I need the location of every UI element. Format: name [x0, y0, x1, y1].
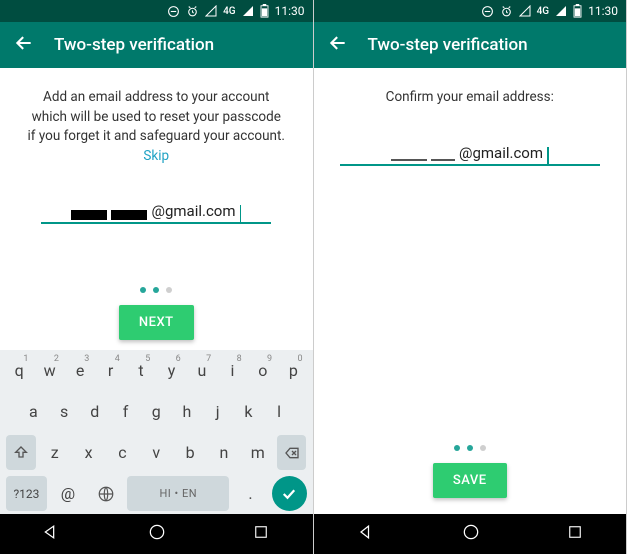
- at-key[interactable]: @: [51, 476, 85, 511]
- key-p[interactable]: 0p: [280, 353, 306, 388]
- save-button[interactable]: SAVE: [433, 463, 507, 498]
- dnd-icon: [167, 5, 180, 18]
- nav-bar: [314, 514, 627, 554]
- key-w[interactable]: 2w: [36, 353, 62, 388]
- nav-back-icon[interactable]: [42, 522, 62, 546]
- alarm-icon: [186, 5, 199, 18]
- key-x[interactable]: x: [74, 435, 104, 470]
- signal-icon: [519, 5, 531, 17]
- redacted-text: [431, 159, 455, 161]
- key-r[interactable]: 4r: [97, 353, 123, 388]
- battery-icon: [573, 4, 582, 18]
- key-t[interactable]: 5t: [128, 353, 154, 388]
- nav-recent-icon[interactable]: [566, 523, 584, 545]
- battery-icon: [260, 4, 269, 18]
- page-title: Two-step verification: [54, 35, 214, 55]
- network-label: 4G: [223, 6, 236, 17]
- key-n[interactable]: n: [209, 435, 239, 470]
- network-label: 4G: [537, 6, 550, 17]
- key-e[interactable]: 3e: [67, 353, 93, 388]
- key-i[interactable]: 8i: [219, 353, 245, 388]
- redacted-text: [111, 210, 147, 220]
- key-q[interactable]: 1q: [6, 353, 32, 388]
- instruction-text: Add an email address to your account whi…: [26, 88, 287, 166]
- space-key[interactable]: HI • EN: [127, 476, 229, 511]
- globe-key[interactable]: [89, 476, 123, 511]
- redacted-text: [71, 210, 107, 220]
- cell-icon: [555, 5, 567, 17]
- clock: 11:30: [588, 4, 618, 18]
- nav-bar: [0, 514, 313, 554]
- status-bar: 4G 11:30: [0, 0, 313, 22]
- cell-icon: [242, 5, 254, 17]
- shift-key[interactable]: [6, 435, 36, 470]
- enter-key[interactable]: [272, 476, 307, 511]
- email-suffix: @gmail.com: [459, 144, 543, 162]
- key-s[interactable]: s: [51, 394, 78, 429]
- back-icon[interactable]: [14, 33, 34, 57]
- kb-row-3: zxcvbnm: [0, 432, 313, 473]
- signal-icon: [205, 5, 217, 17]
- email-input[interactable]: @gmail.com: [41, 202, 271, 224]
- key-y[interactable]: 6y: [158, 353, 184, 388]
- nav-home-icon[interactable]: [461, 522, 481, 546]
- key-l[interactable]: l: [266, 394, 293, 429]
- key-k[interactable]: k: [235, 394, 262, 429]
- key-b[interactable]: b: [175, 435, 205, 470]
- app-bar: Two-step verification: [0, 22, 313, 68]
- nav-recent-icon[interactable]: [252, 523, 270, 545]
- content-left: Add an email address to your account whi…: [0, 68, 313, 350]
- back-icon[interactable]: [328, 33, 348, 57]
- keyboard: 1q2w3e4r5t6y7u8i9o0p asdfghjkl zxcvbnm ?…: [0, 350, 313, 514]
- key-d[interactable]: d: [81, 394, 108, 429]
- key-v[interactable]: v: [141, 435, 171, 470]
- app-bar: Two-step verification: [314, 22, 627, 68]
- key-h[interactable]: h: [174, 394, 201, 429]
- text-cursor: [547, 147, 549, 165]
- skip-link[interactable]: Skip: [143, 148, 169, 164]
- phone-right: 4G 11:30 Two-step verification Confirm y…: [314, 0, 627, 554]
- key-j[interactable]: j: [204, 394, 231, 429]
- page-indicator: [454, 445, 486, 451]
- next-button[interactable]: NEXT: [119, 305, 194, 340]
- nav-home-icon[interactable]: [147, 522, 167, 546]
- kb-row-2: asdfghjkl: [0, 391, 313, 432]
- key-f[interactable]: f: [112, 394, 139, 429]
- key-a[interactable]: a: [20, 394, 47, 429]
- email-input[interactable]: @gmail.com: [340, 144, 600, 166]
- backspace-key[interactable]: [277, 435, 307, 470]
- alarm-icon: [500, 5, 513, 18]
- key-z[interactable]: z: [40, 435, 70, 470]
- key-c[interactable]: c: [107, 435, 137, 470]
- text-cursor: [240, 205, 242, 223]
- content-right: Confirm your email address: @gmail.com S…: [314, 68, 627, 514]
- clock: 11:30: [275, 4, 305, 18]
- key-m[interactable]: m: [243, 435, 273, 470]
- nav-back-icon[interactable]: [356, 522, 376, 546]
- symbols-key[interactable]: ?123: [6, 476, 47, 511]
- instruction-text: Confirm your email address:: [386, 88, 554, 108]
- dot-key[interactable]: .: [233, 476, 267, 511]
- email-suffix: @gmail.com: [151, 202, 235, 220]
- page-title: Two-step verification: [368, 35, 528, 55]
- key-u[interactable]: 7u: [189, 353, 215, 388]
- kb-row-1: 1q2w3e4r5t6y7u8i9o0p: [0, 350, 313, 391]
- phone-left: 4G 11:30 Two-step verification Add an em…: [0, 0, 314, 554]
- redacted-text: [391, 159, 427, 161]
- key-o[interactable]: 9o: [250, 353, 276, 388]
- page-indicator: [140, 287, 172, 293]
- status-bar: 4G 11:30: [314, 0, 627, 22]
- key-g[interactable]: g: [143, 394, 170, 429]
- dnd-icon: [481, 5, 494, 18]
- kb-row-4: ?123 @ HI • EN .: [0, 473, 313, 514]
